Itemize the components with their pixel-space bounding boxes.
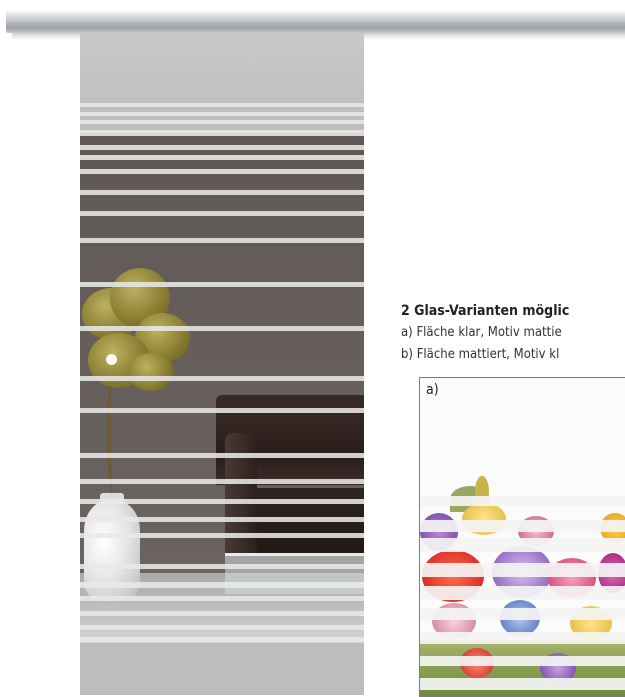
frosted-top [80, 33, 364, 133]
door-rail [6, 10, 625, 33]
door-stripe [80, 130, 364, 136]
door-stripe [80, 611, 364, 616]
door-stripe [80, 145, 364, 150]
door-stripe [80, 625, 364, 630]
variants-heading: 2 Glas-Varianten möglic [401, 303, 570, 319]
door-stripe [80, 596, 364, 601]
frosted-bottom [80, 643, 364, 695]
door-stripe [80, 637, 364, 642]
door-stripe [80, 211, 364, 216]
sample-label: a) [426, 382, 439, 398]
sample-stripe [420, 678, 625, 690]
door-stripe [80, 326, 364, 331]
sample-stripe [420, 538, 625, 552]
door-stripe [80, 282, 364, 287]
door-stripe [80, 169, 364, 174]
sample-stripe [420, 563, 625, 577]
sample-stripe [420, 608, 625, 620]
door-stripe [80, 499, 364, 504]
plant-foliage [128, 353, 174, 391]
door-stripe [80, 190, 364, 195]
door-stripe [80, 376, 364, 381]
door-stripe [80, 582, 364, 588]
door-stripe [80, 120, 364, 124]
glass-door-image [80, 33, 364, 695]
door-stripe [80, 155, 364, 160]
door-stripe [80, 479, 364, 484]
sample-stripe [420, 586, 625, 600]
sample-stripe [420, 520, 625, 532]
variant-b-text: b) Fläche mattiert, Motiv kl [401, 347, 560, 362]
door-stripe [80, 564, 364, 569]
door-stripe [80, 517, 364, 522]
white-flower [106, 354, 117, 365]
door-stripe [80, 238, 364, 243]
sample-image-a: a) [419, 377, 625, 697]
sample-stripe [420, 496, 625, 506]
sample-stripe [420, 656, 625, 666]
door-stripe [80, 453, 364, 458]
door-stripe [80, 408, 364, 413]
sample-stripe [420, 632, 625, 644]
door-stripe [80, 533, 364, 538]
variant-a-text: a) Fläche klar, Motiv mattie [401, 325, 562, 340]
door-stripe [80, 112, 364, 116]
door-stripe [80, 103, 364, 107]
